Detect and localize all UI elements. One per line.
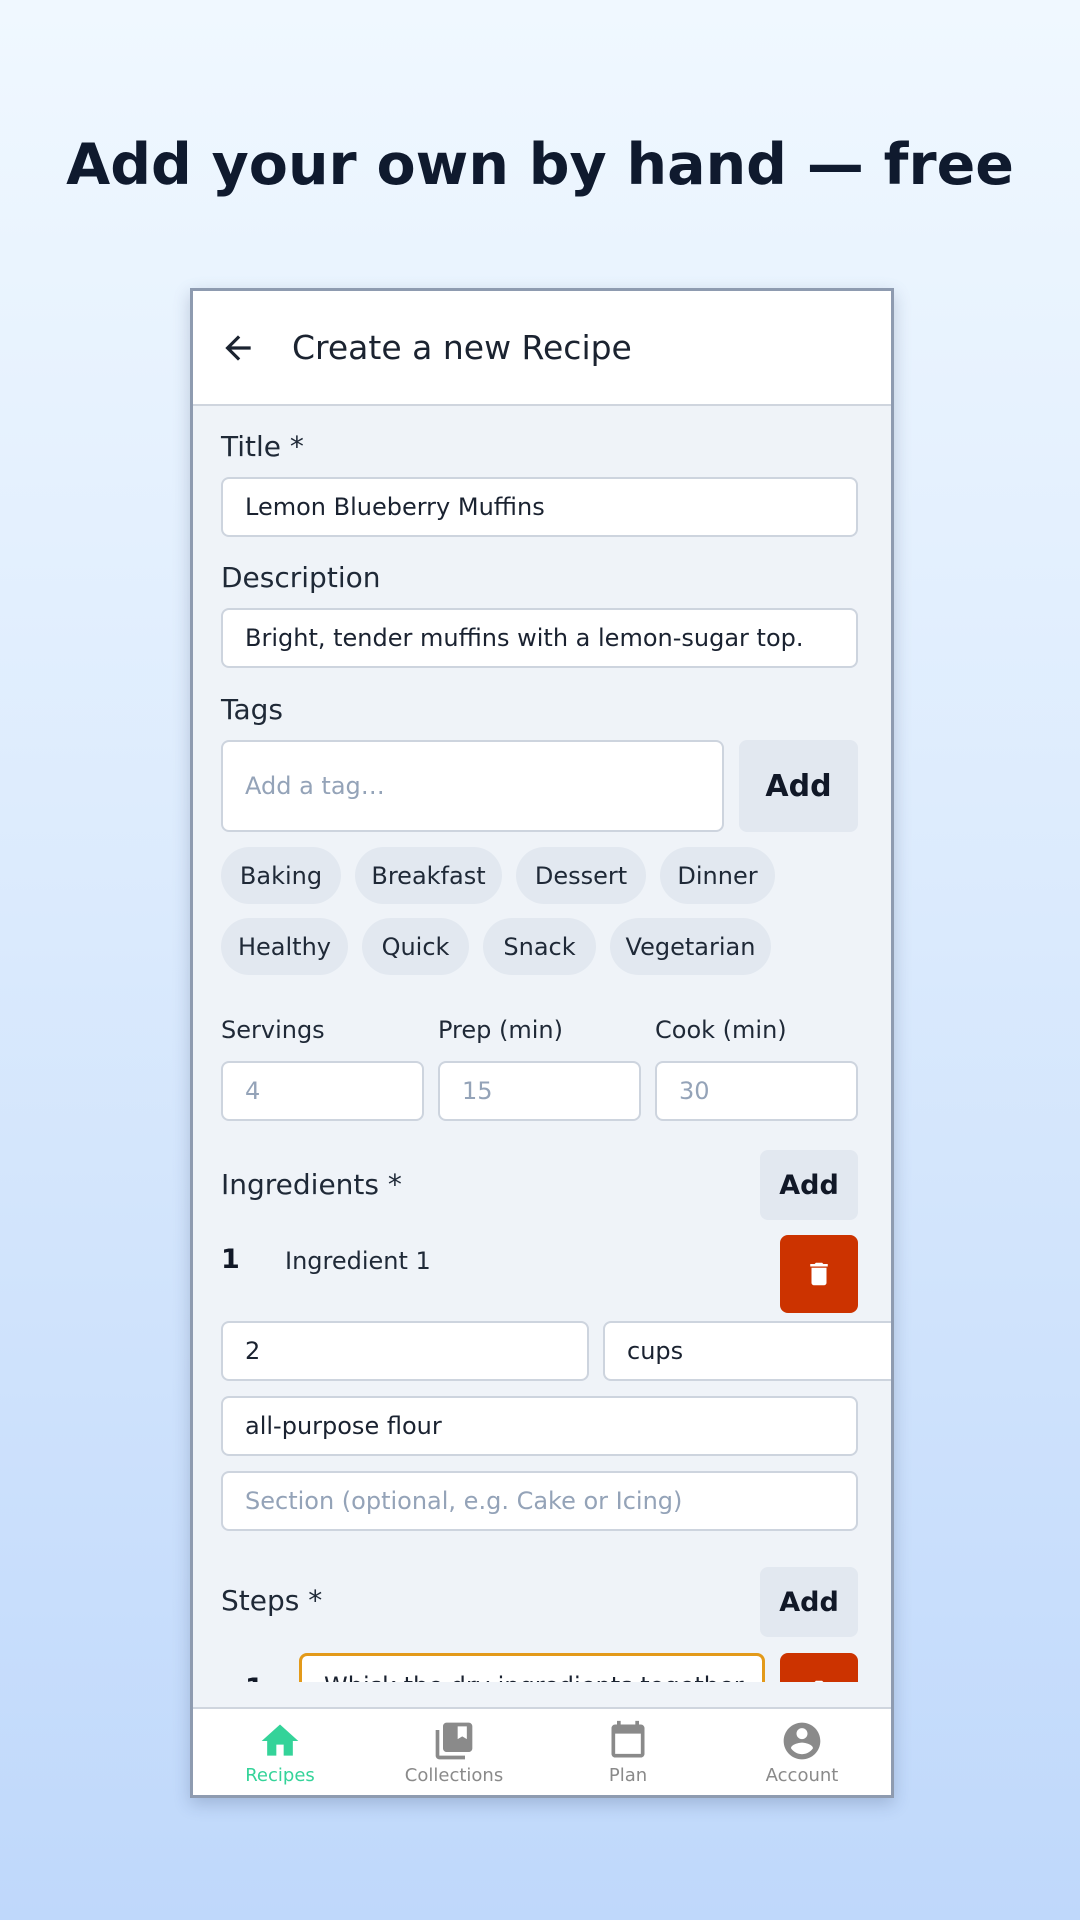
ingredient-name-input[interactable]: all-purpose flour: [221, 1396, 858, 1456]
phone-frame: Create a new Recipe Title * Lemon Bluebe…: [190, 288, 894, 1798]
tag-chip-healthy[interactable]: Healthy: [221, 918, 348, 975]
nav-recipes[interactable]: Recipes: [193, 1709, 367, 1795]
nav-label: Account: [765, 1765, 839, 1786]
delete-step-button[interactable]: [780, 1653, 858, 1682]
trash-icon: [810, 1262, 828, 1286]
tag-chip-snack[interactable]: Snack: [483, 918, 596, 975]
tag-chip-quick[interactable]: Quick: [362, 918, 469, 975]
tag-chip-vegetarian[interactable]: Vegetarian: [610, 918, 771, 975]
add-tag-button[interactable]: Add: [739, 740, 858, 832]
title-input[interactable]: Lemon Blueberry Muffins: [221, 477, 858, 537]
app-bar: Create a new Recipe: [193, 291, 891, 406]
tag-input[interactable]: Add a tag…: [221, 740, 724, 832]
tag-chip-dinner[interactable]: Dinner: [660, 847, 775, 904]
headline: Add your own by hand — free: [66, 132, 1014, 198]
prep-input[interactable]: 15: [438, 1061, 641, 1121]
tag-chip-dessert[interactable]: Dessert: [516, 847, 646, 904]
delete-ingredient-button[interactable]: [780, 1235, 858, 1313]
ingredient-quantity-input[interactable]: 2: [221, 1321, 589, 1381]
ingredients-label: Ingredients *: [221, 1168, 402, 1201]
nav-account[interactable]: Account: [715, 1709, 889, 1795]
prep-label: Prep (min): [438, 1016, 564, 1044]
servings-input[interactable]: 4: [221, 1061, 424, 1121]
steps-label: Steps *: [221, 1584, 323, 1617]
trash-icon: [810, 1680, 828, 1682]
description-label: Description: [221, 561, 381, 594]
calendar-icon: [611, 1720, 645, 1758]
nav-label: Recipes: [245, 1765, 315, 1786]
cook-label: Cook (min): [655, 1016, 787, 1044]
title-label: Title *: [221, 430, 304, 463]
nav-plan[interactable]: Plan: [541, 1709, 715, 1795]
nav-label: Plan: [608, 1765, 648, 1786]
nav-label: Collections: [404, 1765, 504, 1786]
ingredient-title: Ingredient 1: [285, 1247, 431, 1275]
bottom-navigation: Recipes Collections Plan Account: [193, 1707, 891, 1795]
account-icon: [783, 1722, 821, 1760]
ingredient-unit-input[interactable]: cups: [603, 1321, 891, 1381]
nav-collections[interactable]: Collections: [367, 1709, 541, 1795]
step-number: 1: [245, 1673, 264, 1682]
home-icon: [261, 1724, 299, 1756]
servings-label: Servings: [221, 1016, 325, 1044]
ingredient-number: 1: [221, 1244, 240, 1275]
cook-input[interactable]: 30: [655, 1061, 858, 1121]
collections-icon: [435, 1722, 473, 1760]
tag-chip-baking[interactable]: Baking: [221, 847, 341, 904]
recipe-form[interactable]: Title * Lemon Blueberry Muffins Descript…: [193, 404, 891, 1682]
add-ingredient-button[interactable]: Add: [760, 1150, 858, 1220]
step-text-input[interactable]: Whisk the dry ingredients together.: [299, 1653, 765, 1682]
tag-chip-breakfast[interactable]: Breakfast: [355, 847, 502, 904]
page-title: Create a new Recipe: [292, 328, 632, 367]
add-step-button[interactable]: Add: [760, 1567, 858, 1637]
description-input[interactable]: Bright, tender muffins with a lemon-suga…: [221, 608, 858, 668]
back-arrow-icon[interactable]: [219, 329, 257, 367]
ingredient-section-input[interactable]: Section (optional, e.g. Cake or Icing): [221, 1471, 858, 1531]
tags-label: Tags: [221, 693, 283, 726]
